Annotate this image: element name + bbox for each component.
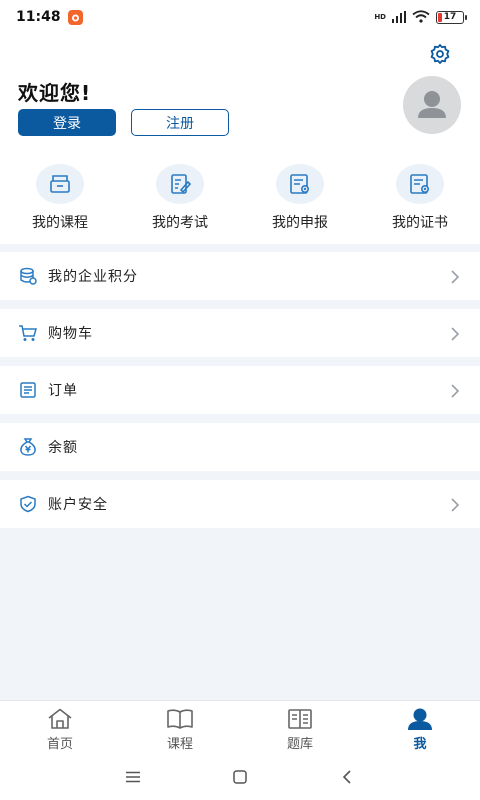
chevron-right-icon	[448, 269, 462, 284]
tab-question-bank[interactable]: 题库	[240, 701, 360, 754]
order-icon	[18, 380, 38, 400]
home-icon	[46, 707, 74, 731]
menu-item-label: 账户安全	[48, 497, 108, 513]
points-icon	[18, 266, 38, 286]
menu-item-label: 余额	[48, 440, 78, 456]
quick-link-label: 我的课程	[32, 215, 88, 231]
tab-label: 题库	[286, 737, 313, 752]
menu-item-account-security[interactable]: 账户安全	[0, 480, 480, 528]
balance-icon	[18, 437, 38, 457]
tab-me[interactable]: 我	[360, 701, 480, 754]
menu-item-label: 我的企业积分	[48, 269, 138, 285]
battery-indicator: 17	[436, 10, 467, 24]
menu-item-balance[interactable]: 余额	[0, 423, 480, 471]
question-bank-icon	[286, 707, 314, 731]
menu-list: 我的企业积分 购物车 订单 余额 账户安全	[0, 252, 480, 537]
quick-link-label: 我的证书	[392, 215, 448, 231]
user-avatar-icon[interactable]	[403, 76, 461, 134]
welcome-title: 欢迎您!	[18, 81, 92, 105]
system-navigation-bar	[0, 754, 480, 800]
signal-icon	[392, 8, 406, 27]
chevron-right-icon	[448, 497, 462, 512]
quick-links: 我的课程 我的考试 我的申报 我的证书	[0, 164, 480, 234]
battery-level: 17	[443, 12, 457, 22]
menu-item-label: 购物车	[48, 326, 93, 342]
quick-link-exams[interactable]: 我的考试	[120, 164, 240, 234]
back-icon[interactable]	[332, 762, 362, 792]
quick-link-declarations[interactable]: 我的申报	[240, 164, 360, 234]
person-icon	[406, 707, 434, 731]
declaration-icon	[276, 164, 324, 204]
quick-link-certificates[interactable]: 我的证书	[360, 164, 480, 234]
bottom-tab-bar: 首页 课程 题库 我	[0, 700, 480, 754]
tab-label: 课程	[166, 737, 193, 752]
network-type: HD	[374, 12, 386, 21]
tab-label: 我	[413, 737, 427, 752]
wifi-icon	[412, 8, 430, 27]
app-notification-icon	[67, 9, 83, 25]
menu-item-enterprise-points[interactable]: 我的企业积分	[0, 252, 480, 300]
login-button[interactable]: 登录	[18, 109, 116, 136]
cart-icon	[18, 323, 38, 343]
exam-icon	[156, 164, 204, 204]
tab-courses[interactable]: 课程	[120, 701, 240, 754]
register-button[interactable]: 注册	[131, 109, 229, 136]
profile-header: 欢迎您! 登录 注册 我的课程 我的考试 我的申报 我的证书	[0, 34, 480, 244]
menu-item-label: 订单	[48, 383, 78, 399]
home-square-icon[interactable]	[225, 762, 255, 792]
menu-item-cart[interactable]: 购物车	[0, 309, 480, 357]
tab-label: 首页	[46, 737, 73, 752]
book-icon	[166, 707, 194, 731]
gear-icon[interactable]	[428, 42, 452, 66]
quick-link-courses[interactable]: 我的课程	[0, 164, 120, 234]
menu-icon[interactable]	[118, 762, 148, 792]
quick-link-label: 我的申报	[272, 215, 328, 231]
quick-link-label: 我的考试	[152, 215, 208, 231]
shield-icon	[18, 494, 38, 514]
course-icon	[36, 164, 84, 204]
tab-home[interactable]: 首页	[0, 701, 120, 754]
certificate-icon	[396, 164, 444, 204]
status-time: 11:48	[16, 9, 61, 25]
menu-item-orders[interactable]: 订单	[0, 366, 480, 414]
status-bar: 11:48 HD 17	[0, 0, 480, 34]
chevron-right-icon	[448, 326, 462, 341]
chevron-right-icon	[448, 383, 462, 398]
